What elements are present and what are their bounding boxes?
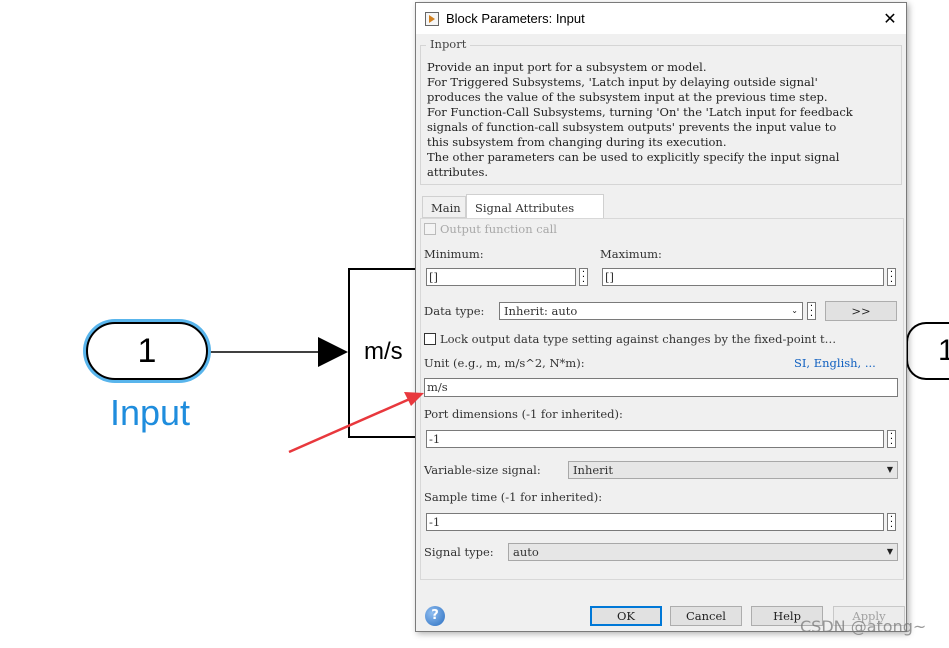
description-line: this subsystem from changing during its … — [427, 135, 727, 149]
data-type-more-icon[interactable]: · · · — [807, 302, 816, 322]
lock-output-data-type-checkbox[interactable] — [424, 333, 436, 345]
inport-label[interactable]: Input — [88, 392, 212, 434]
unit-input[interactable]: m/s — [424, 378, 898, 397]
cancel-button[interactable]: Cancel — [670, 606, 742, 626]
description-text: Provide an input port for a subsystem or… — [427, 60, 903, 180]
dialog-title: Block Parameters: Input — [446, 11, 585, 26]
lock-output-data-type-label: Lock output data type setting against ch… — [440, 332, 837, 346]
help-icon[interactable]: ? — [425, 606, 445, 626]
description-line: Provide an input port for a subsystem or… — [427, 60, 707, 74]
outport-number: 1 — [938, 334, 949, 367]
maximum-more-icon[interactable]: · · · — [887, 268, 896, 288]
group-title: Inport — [426, 37, 471, 51]
signal-type-value: auto — [513, 545, 539, 559]
tab-signal-attributes[interactable]: Signal Attributes — [466, 194, 604, 218]
port-dimensions-label: Port dimensions (-1 for inherited): — [424, 407, 623, 421]
dropdown-arrow-icon: ▼ — [886, 465, 893, 474]
unit-system-link[interactable]: SI, English, ... — [794, 356, 876, 370]
close-icon[interactable]: ✕ — [880, 9, 900, 29]
sample-time-input[interactable]: -1 — [426, 513, 884, 531]
minimum-input[interactable]: [] — [426, 268, 576, 286]
data-type-label: Data type: — [424, 304, 485, 318]
simulink-icon — [425, 12, 439, 26]
port-dimensions-input[interactable]: -1 — [426, 430, 884, 448]
signal-type-label: Signal type: — [424, 545, 494, 559]
description-line: The other parameters can be used to expl… — [427, 150, 840, 164]
variable-size-signal-label: Variable-size signal: — [424, 463, 541, 477]
ok-button[interactable]: OK — [590, 606, 662, 626]
block-parameters-dialog: Block Parameters: Input ✕ Inport Provide… — [415, 2, 907, 632]
description-line: produces the value of the subsystem inpu… — [427, 90, 828, 104]
tab-main[interactable]: Main — [422, 196, 466, 218]
port-dimensions-more-icon[interactable]: · · · — [887, 430, 896, 450]
data-type-assistant-button[interactable]: >> — [825, 301, 897, 321]
subsystem-label: m/s — [364, 338, 403, 365]
data-type-select[interactable]: Inherit: auto ⌄ — [499, 302, 803, 320]
output-function-call-checkbox[interactable] — [424, 223, 436, 235]
description-line: attributes. — [427, 165, 489, 179]
maximum-input[interactable]: [] — [602, 268, 884, 286]
chevron-down-icon: ⌄ — [791, 306, 798, 315]
description-line: For Triggered Subsystems, 'Latch input b… — [427, 75, 818, 89]
sample-time-label: Sample time (-1 for inherited): — [424, 490, 603, 504]
title-bar[interactable]: Block Parameters: Input ✕ — [416, 3, 906, 34]
data-type-value: Inherit: auto — [504, 304, 578, 318]
maximum-label: Maximum: — [600, 247, 662, 261]
inport-block[interactable]: 1 — [86, 322, 208, 380]
inport-number: 1 — [137, 331, 157, 370]
signal-type-select[interactable]: auto ▼ — [508, 543, 898, 561]
description-line: signals of function-call subsystem outpu… — [427, 120, 837, 134]
minimum-label: Minimum: — [424, 247, 484, 261]
dropdown-arrow-icon: ▼ — [886, 547, 893, 556]
variable-size-signal-value: Inherit — [573, 463, 613, 477]
sample-time-more-icon[interactable]: · · · — [887, 513, 896, 533]
description-line: For Function-Call Subsystems, turning 'O… — [427, 105, 853, 119]
watermark: CSDN @atong~ — [800, 617, 927, 636]
minimum-more-icon[interactable]: · · · — [579, 268, 588, 288]
unit-label: Unit (e.g., m, m/s^2, N*m): — [424, 356, 585, 370]
output-function-call-label: Output function call — [440, 222, 557, 236]
variable-size-signal-select[interactable]: Inherit ▼ — [568, 461, 898, 479]
